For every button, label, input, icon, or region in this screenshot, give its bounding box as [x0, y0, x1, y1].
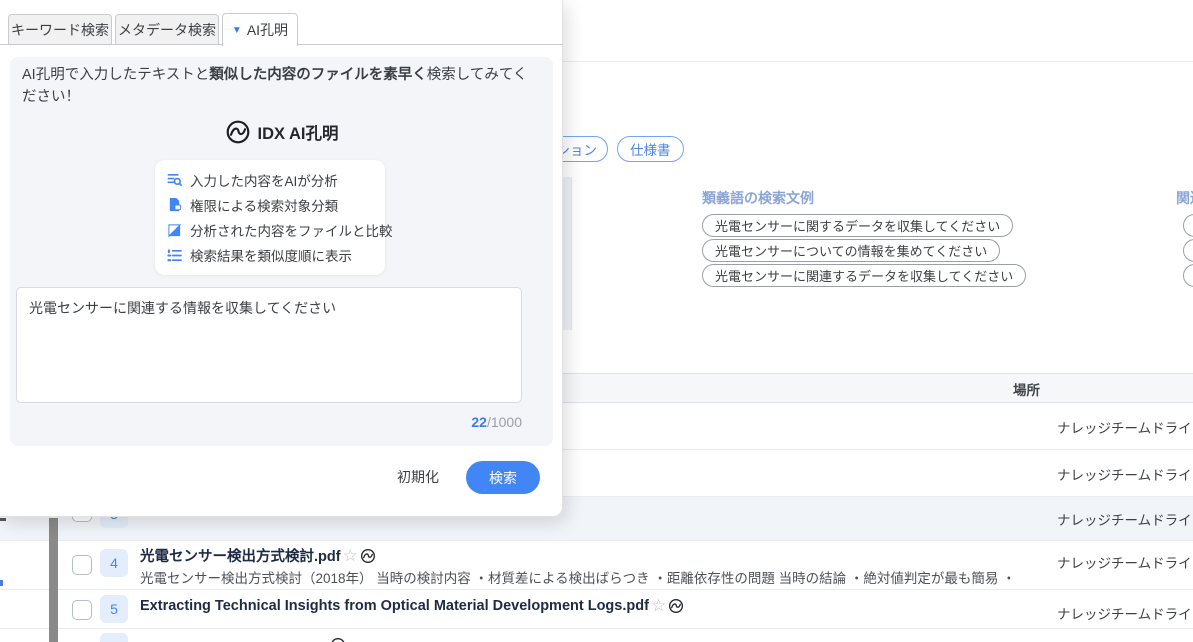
synonym-pill[interactable]: 光電センサーに関連するデータを収集してください: [702, 264, 1026, 287]
file-title[interactable]: 光電センサー検出方式検討.pdf☆: [140, 545, 376, 566]
ai-swirl-icon: [668, 598, 684, 614]
file-title[interactable]: Extracting Technical Insights from Optic…: [140, 597, 684, 614]
tab-keyword-search[interactable]: キーワード検索: [8, 14, 112, 45]
doc-type-pill-spec[interactable]: 仕様書: [617, 136, 684, 162]
synonym-section-title: 類義語の検索文例: [702, 188, 814, 208]
feature-item: 入力した内容をAIが分析: [167, 167, 373, 192]
brand-row: IDX AI孔明: [0, 119, 563, 145]
row-number-badge: [100, 633, 128, 642]
row-checkbox[interactable]: [72, 555, 92, 575]
search-lines-icon: [167, 172, 182, 187]
brand-name: IDX AI孔明: [258, 120, 339, 144]
synonym-pill[interactable]: 光電センサーに関するデータを収集してください: [702, 214, 1013, 237]
clipped-edge-artifact: [0, 518, 6, 521]
row-number-badge: 4: [100, 549, 128, 577]
synonym-pill[interactable]: 光電センサーについての情報を集めてください: [702, 239, 1000, 262]
vertical-scrollbar-thumb[interactable]: [49, 518, 58, 642]
search-button[interactable]: 検索: [466, 461, 540, 494]
row-checkbox[interactable]: [72, 600, 92, 620]
intro-text: AI孔明で入力したテキストと類似した内容のファイルを素早く検索してみてください！: [22, 64, 529, 108]
row-location: ナレッジチームドライブ: [1057, 417, 1193, 437]
ai-swirl-icon: [330, 637, 346, 642]
ai-search-modal: キーワード検索 メタデータ検索 ▼ AI孔明 AI孔明で入力したテキストと類似し…: [0, 0, 563, 517]
star-icon[interactable]: ☆: [651, 597, 666, 614]
ai-swirl-icon: [360, 548, 376, 564]
reset-button[interactable]: 初期化: [392, 464, 444, 490]
related-pill[interactable]: [1183, 239, 1193, 262]
feature-item: 権限による検索対象分類: [167, 192, 373, 217]
row-number-badge: 5: [100, 595, 128, 623]
query-textarea[interactable]: 光電センサーに関連する情報を収集してください: [16, 287, 522, 403]
row-location: ナレッジチームドライブ: [1057, 464, 1193, 484]
char-counter: 22/1000: [330, 414, 522, 430]
star-icon[interactable]: ☆: [343, 547, 358, 564]
tab-ai-komei-active[interactable]: ▼ AI孔明: [222, 13, 298, 46]
related-pill[interactable]: [1183, 264, 1193, 287]
row-location: ナレッジチームドライブ: [1057, 603, 1193, 623]
triangle-down-icon: ▼: [232, 25, 242, 36]
row-location: ナレッジチームドライブ: [1057, 509, 1193, 529]
row-location: ナレッジチームドライブ: [1057, 552, 1193, 572]
clipped-edge-artifact: [0, 580, 3, 586]
file-lock-icon: [167, 197, 182, 212]
tab-metadata-search[interactable]: メタデータ検索: [115, 14, 219, 45]
synonym-pill-list: 光電センサーに関するデータを収集してください 光電センサーについての情報を集めて…: [702, 214, 1026, 287]
related-section-title: 関連語の検索文例: [1176, 188, 1193, 208]
ranked-list-icon: [167, 248, 182, 263]
feature-item: 分析された内容をファイルと比較: [167, 218, 373, 243]
feature-item: 検索結果を類似度順に表示: [167, 243, 373, 268]
screen: ション 仕様書 類義語の検索文例 光電センサーに関するデータを収集してください …: [0, 0, 1193, 642]
table-row[interactable]: 4 光電センサー検出方式検討.pdf☆ 光電センサー検出方式検討（2018年） …: [0, 541, 1193, 590]
related-pill-list: [1183, 214, 1193, 287]
related-pill[interactable]: [1183, 214, 1193, 237]
table-row[interactable]: 5 Extracting Technical Insights from Opt…: [0, 590, 1193, 629]
idx-logo-icon: [225, 119, 251, 145]
feature-card: 入力した内容をAIが分析 権限による検索対象分類 分析された内容をファイルと比較…: [155, 160, 385, 275]
location-column-header: 場所: [1013, 379, 1040, 399]
file-snippet: 光電センサー検出方式検討（2018年） 当時の検討内容 ・材質差による検出ばらつ…: [140, 567, 1016, 587]
compare-icon: [167, 223, 182, 238]
